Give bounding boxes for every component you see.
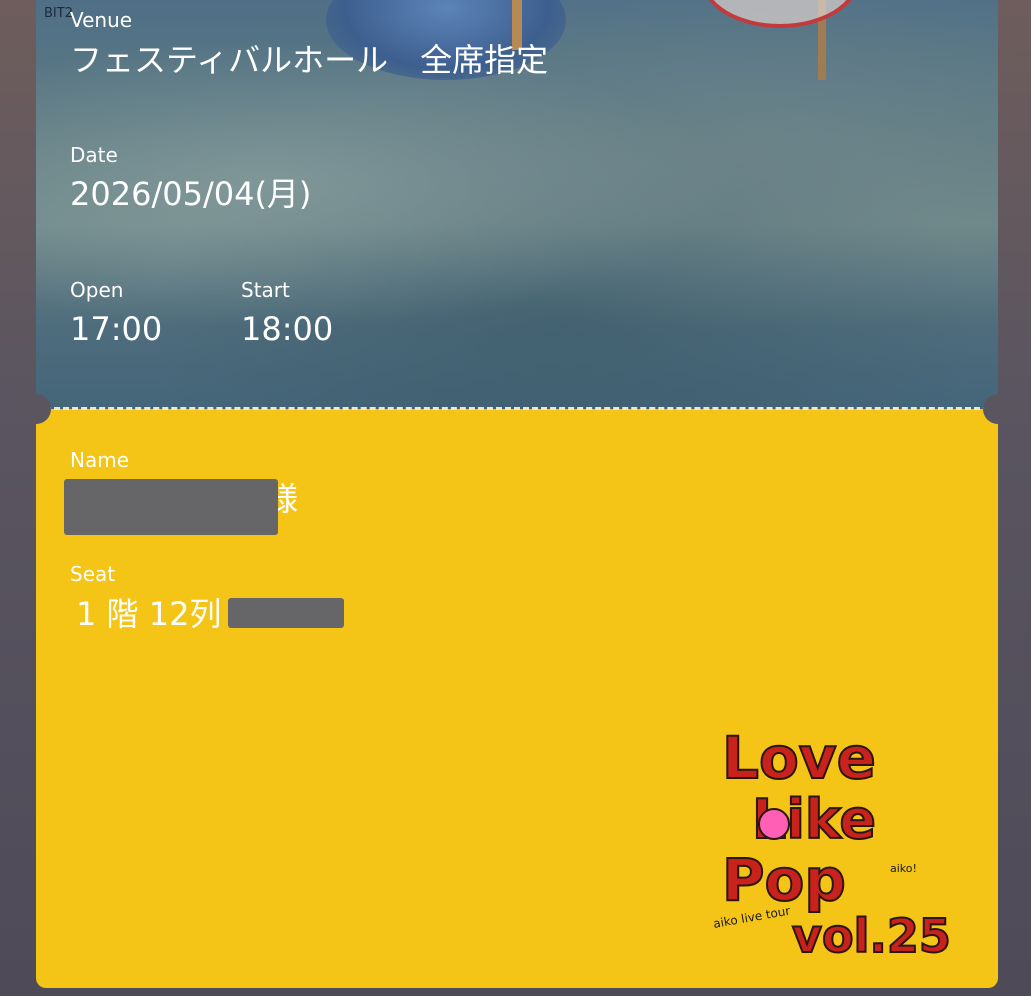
date-label: Date <box>70 143 118 167</box>
stamp-graphic <box>701 0 859 28</box>
venue-label: Venue <box>70 8 133 32</box>
date-value: 2026/05/04(月) <box>70 175 312 213</box>
name-label: Name <box>70 448 130 472</box>
start-label: Start <box>241 278 290 302</box>
open-time: 17:00 <box>70 310 163 348</box>
ticket-header-image: BIT2 Venue フェスティバルホール 全席指定 Date 2026/05/… <box>36 0 998 409</box>
photo-caption: BIT2 <box>44 6 73 21</box>
ticket-card: BIT2 Venue フェスティバルホール 全席指定 Date 2026/05/… <box>21 0 1013 988</box>
logo-text-love: Love <box>722 724 876 792</box>
open-label: Open <box>70 278 124 302</box>
seat-value: 1 階 12列 <box>76 595 222 633</box>
ticket-notch-right <box>983 394 1013 424</box>
venue-value: フェスティバルホール 全席指定 <box>70 41 549 79</box>
logo-character-icon <box>758 808 790 840</box>
name-redaction <box>64 479 278 535</box>
perforation-line <box>36 407 998 410</box>
logo-text-vol: vol.25 <box>792 909 951 963</box>
seat-label: Seat <box>70 562 116 586</box>
ticket-notch-left <box>21 394 51 424</box>
start-time: 18:00 <box>241 310 334 348</box>
seat-redaction <box>228 598 344 628</box>
logo-tag: aiko! <box>890 862 917 875</box>
tour-logo: Love Like Pop vol.25 aiko live tour aiko… <box>712 723 952 964</box>
